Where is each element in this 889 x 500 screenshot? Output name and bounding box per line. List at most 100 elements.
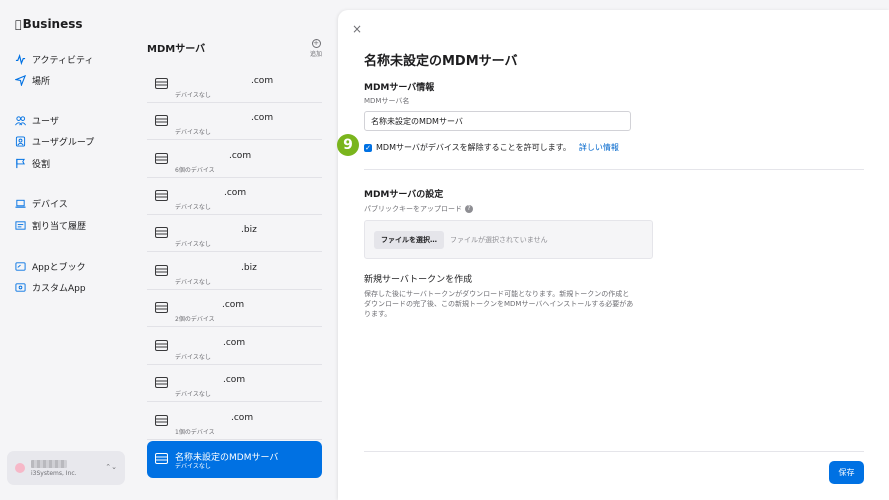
activity-icon bbox=[15, 53, 26, 65]
server-name: .com bbox=[223, 375, 246, 385]
app-logo-text: Business bbox=[16, 17, 83, 31]
server-device-count: デバイスなし bbox=[175, 129, 211, 136]
help-icon[interactable]: ? bbox=[465, 205, 473, 213]
release-devices-checkbox[interactable]: ✓ bbox=[364, 143, 372, 152]
list-title: MDMサーバ bbox=[147, 44, 206, 55]
apple-logo-icon:  bbox=[15, 18, 22, 31]
server-name: .com bbox=[222, 300, 245, 310]
server-icon bbox=[155, 265, 168, 276]
sidebar-item-label: デバイス bbox=[32, 199, 68, 210]
custom-app-icon bbox=[15, 282, 26, 293]
release-devices-label: MDMサーバがデバイスを解除することを許可します。 bbox=[376, 143, 571, 152]
server-name: .biz bbox=[241, 225, 257, 235]
step-badge: 9 bbox=[337, 134, 359, 156]
server-device-count: デバイスなし bbox=[175, 279, 211, 286]
list-item[interactable]: .com 1個のデバイス bbox=[147, 403, 322, 440]
sidebar-item-location[interactable]: 場所 bbox=[15, 71, 50, 89]
learn-more-link[interactable]: 詳しい情報 bbox=[579, 142, 619, 153]
sidebar-item-roles[interactable]: 役割 bbox=[15, 154, 50, 172]
server-settings-heading: MDMサーバの設定 bbox=[364, 190, 444, 200]
sidebar-item-label: ユーザグループ bbox=[32, 137, 95, 148]
server-device-count: 1個のデバイス bbox=[175, 429, 215, 436]
server-icon bbox=[155, 153, 168, 164]
no-file-text: ファイルが選択されていません bbox=[450, 235, 548, 244]
avatar bbox=[15, 463, 25, 473]
server-name-input[interactable] bbox=[364, 111, 631, 131]
list-item[interactable]: .com デバイスなし bbox=[147, 103, 322, 140]
server-icon bbox=[155, 302, 168, 313]
server-name: .biz bbox=[241, 263, 257, 273]
list-item-selected[interactable]: 名称未設定のMDMサーバ デバイスなし bbox=[147, 441, 322, 478]
server-name: .com bbox=[223, 338, 246, 348]
choose-file-button[interactable]: ファイルを選択… bbox=[374, 230, 444, 249]
sidebar-item-label: ユーザ bbox=[32, 116, 59, 127]
sidebar-item-label: 役割 bbox=[32, 159, 51, 170]
mdm-server-list-panel: MDMサーバ + 追加 .com デバイスなし .com デバイスなし .com… bbox=[135, 0, 337, 500]
server-name: .com bbox=[229, 151, 252, 161]
account-org: i3Systems, Inc. bbox=[31, 469, 77, 477]
server-icon bbox=[155, 377, 168, 388]
server-device-count: デバイスなし bbox=[175, 241, 211, 248]
add-server-button[interactable]: + 追加 bbox=[307, 39, 325, 58]
server-name: .com bbox=[251, 113, 274, 123]
server-name: .com bbox=[224, 188, 247, 198]
list-item[interactable]: .com デバイスなし bbox=[147, 178, 322, 215]
server-icon bbox=[155, 115, 168, 126]
server-device-count: 2個のデバイス bbox=[175, 316, 215, 323]
server-icon bbox=[155, 190, 168, 201]
list-item[interactable]: .com デバイスなし bbox=[147, 365, 322, 402]
sidebar-item-label: 場所 bbox=[32, 76, 51, 87]
server-name: .com bbox=[231, 413, 254, 423]
sidebar:  Business アクティビティ 場所 ユーザ ユーザグループ 役割 デバイ… bbox=[0, 0, 135, 500]
server-info-heading: MDMサーバ情報 bbox=[364, 83, 435, 93]
account-text: i3Systems, Inc. bbox=[31, 459, 77, 477]
sidebar-item-label: カスタムApp bbox=[32, 283, 86, 294]
token-heading: 新規サーバトークンを作成 bbox=[364, 275, 473, 285]
sidebar-item-user-groups[interactable]: ユーザグループ bbox=[15, 132, 94, 150]
server-device-count: デバイスなし bbox=[175, 391, 211, 398]
server-icon bbox=[155, 415, 168, 426]
save-button[interactable]: 保存 bbox=[829, 461, 864, 484]
server-icon bbox=[155, 453, 168, 464]
token-description: 保存した後にサーバトークンがダウンロード可能となります。新規トークンの作成とダウ… bbox=[364, 290, 634, 318]
server-device-count: 6個のデバイス bbox=[175, 167, 215, 174]
sidebar-item-activity[interactable]: アクティビティ bbox=[15, 50, 93, 68]
upload-key-text: パブリックキーをアップロード bbox=[364, 205, 462, 213]
apps-icon bbox=[15, 261, 26, 272]
laptop-icon bbox=[15, 198, 26, 209]
server-icon bbox=[155, 340, 168, 351]
list-item[interactable]: .com デバイスなし bbox=[147, 66, 322, 103]
users-icon bbox=[15, 115, 26, 126]
server-detail-panel: × 名称未設定のMDMサーバ MDMサーバ情報 MDMサーバ名 9 ✓ MDMサ… bbox=[337, 10, 889, 500]
sidebar-item-users[interactable]: ユーザ bbox=[15, 111, 59, 129]
sidebar-item-custom-apps[interactable]: カスタムApp bbox=[15, 278, 86, 296]
list-item[interactable]: .com 2個のデバイス bbox=[147, 290, 322, 327]
server-device-count: デバイスなし bbox=[175, 204, 211, 211]
account-name-redacted bbox=[31, 459, 67, 468]
list-item[interactable]: .biz デバイスなし bbox=[147, 253, 322, 290]
chevron-up-down-icon: ⌃⌄ bbox=[105, 463, 117, 471]
release-devices-row: 9 ✓ MDMサーバがデバイスを解除することを許可します。 詳しい情報 bbox=[337, 134, 619, 156]
sidebar-item-label: アクティビティ bbox=[32, 55, 94, 66]
list-item[interactable]: .com 6個のデバイス bbox=[147, 141, 322, 178]
server-icon bbox=[155, 227, 168, 238]
upload-key-label: パブリックキーをアップロード? bbox=[364, 204, 473, 214]
sidebar-item-devices[interactable]: デバイス bbox=[15, 194, 68, 212]
history-icon bbox=[15, 220, 26, 231]
sidebar-item-label: Appとブック bbox=[32, 262, 86, 273]
file-upload-box: ファイルを選択… ファイルが選択されていません bbox=[364, 220, 653, 259]
divider bbox=[364, 169, 864, 170]
sidebar-item-assignment-history[interactable]: 割り当て履歴 bbox=[15, 216, 86, 234]
add-label: 追加 bbox=[309, 51, 322, 58]
sidebar-item-apps-books[interactable]: Appとブック bbox=[15, 257, 86, 275]
list-item[interactable]: .com デバイスなし bbox=[147, 328, 322, 365]
app-logo[interactable]:  Business bbox=[15, 17, 83, 31]
flag-icon bbox=[15, 158, 26, 169]
account-switcher[interactable]: i3Systems, Inc. ⌃⌄ bbox=[7, 451, 125, 485]
list-item[interactable]: .biz デバイスなし bbox=[147, 215, 322, 252]
close-icon[interactable]: × bbox=[352, 22, 362, 36]
plus-circle-icon: + bbox=[311, 39, 321, 48]
footer-divider bbox=[364, 451, 864, 452]
detail-title: 名称未設定のMDMサーバ bbox=[364, 54, 518, 69]
server-device-count: デバイスなし bbox=[175, 92, 211, 99]
